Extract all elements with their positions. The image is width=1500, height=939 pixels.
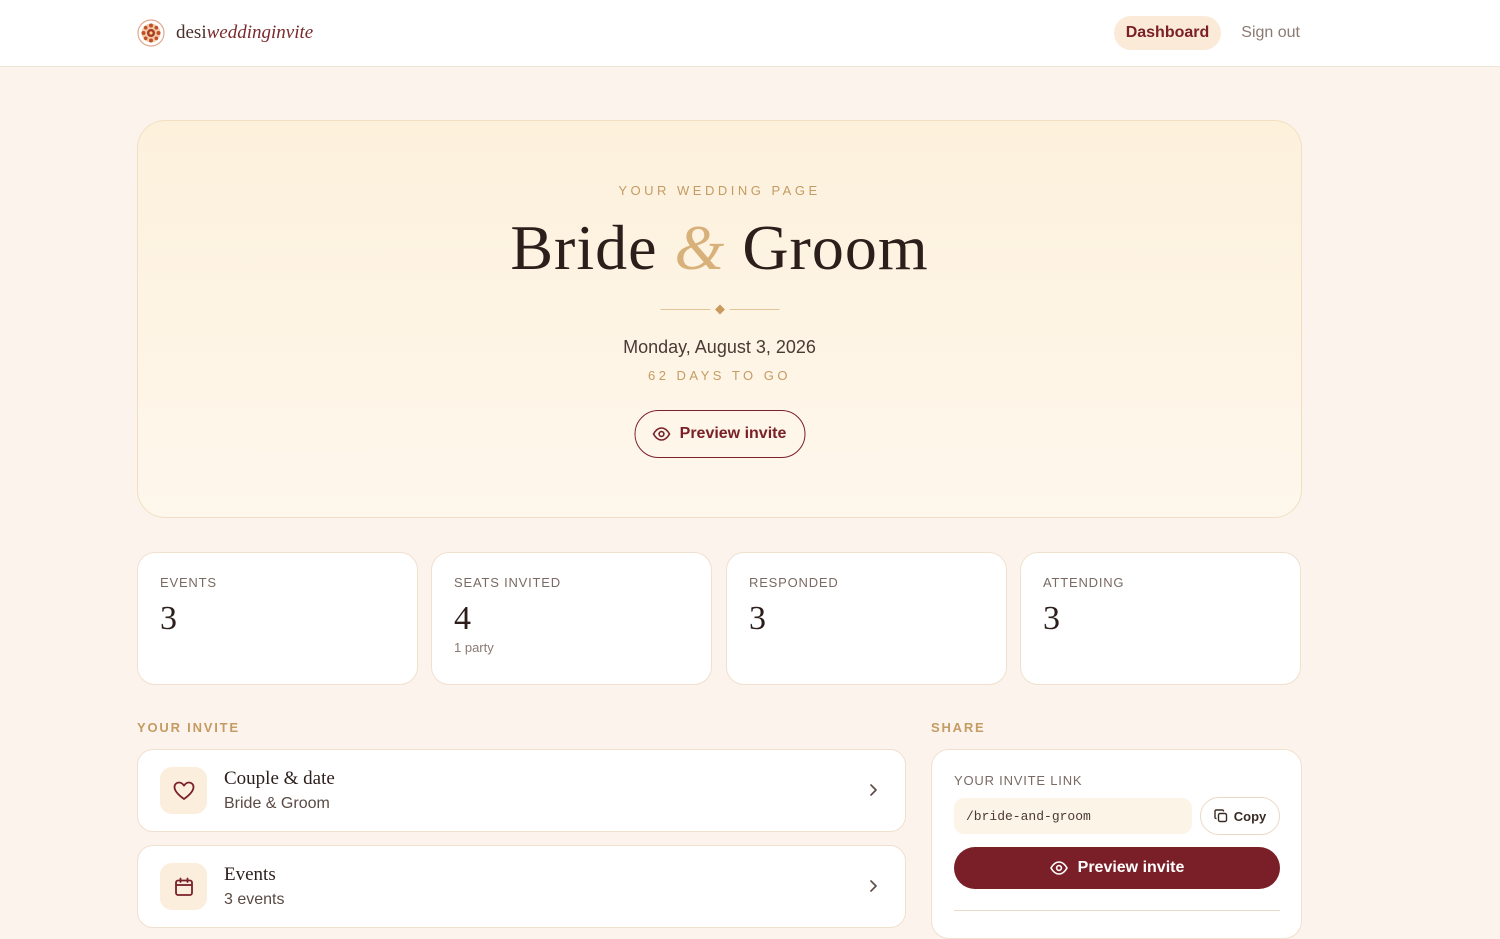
copy-label: Copy — [1233, 808, 1267, 824]
stat-sub: 1 party — [454, 640, 494, 655]
row-icon-box — [160, 767, 207, 814]
invite-link-label: YOUR INVITE LINK — [954, 773, 1083, 788]
stat-card-events: EVENTS 3 — [137, 552, 418, 685]
copy-icon — [1214, 809, 1227, 823]
couple-names-title: Bride & Groom — [138, 211, 1301, 285]
stat-label: EVENTS — [160, 575, 217, 590]
couple-date-row[interactable]: Couple & date Bride & Groom — [137, 749, 906, 832]
hero-preview-invite-button[interactable]: Preview invite — [634, 410, 805, 458]
top-header: desiweddinginvite Dashboard Sign out — [0, 0, 1500, 67]
share-preview-label: Preview invite — [1077, 859, 1185, 876]
eye-icon — [1049, 861, 1068, 875]
stat-label: ATTENDING — [1043, 575, 1125, 590]
bride-name: Bride — [510, 212, 658, 283]
stat-value: 3 — [1043, 600, 1060, 637]
dashboard-nav-button[interactable]: Dashboard — [1113, 16, 1222, 50]
mandala-logo-icon — [137, 19, 165, 47]
wedding-hero-card: YOUR WEDDING PAGE Bride & Groom Monday, … — [137, 120, 1302, 518]
stat-value: 3 — [160, 600, 177, 637]
hero-preview-invite-label: Preview invite — [679, 425, 787, 442]
row-subtitle: 3 events — [224, 891, 285, 908]
row-icon-box — [160, 863, 207, 910]
top-nav: Dashboard Sign out — [1113, 16, 1300, 50]
ampersand: & — [674, 212, 726, 283]
diamond-icon — [714, 304, 725, 315]
stat-card-responded: RESPONDED 3 — [726, 552, 1007, 685]
stat-card-attending: ATTENDING 3 — [1020, 552, 1301, 685]
countdown: 62 DAYS TO GO — [647, 368, 792, 383]
divider — [954, 910, 1280, 911]
stat-label: SEATS INVITED — [454, 575, 561, 590]
share-heading: SHARE — [931, 720, 986, 735]
share-card: YOUR INVITE LINK Copy Preview invite — [931, 749, 1302, 939]
wedding-date: Monday, August 3, 2026 — [623, 337, 816, 357]
hero-eyebrow: YOUR WEDDING PAGE — [618, 183, 821, 198]
your-invite-heading: YOUR INVITE — [137, 720, 240, 735]
events-row[interactable]: Events 3 events — [137, 845, 906, 928]
stat-card-seats-invited: SEATS INVITED 4 1 party — [431, 552, 712, 685]
groom-name: Groom — [742, 212, 929, 283]
stat-label: RESPONDED — [749, 575, 839, 590]
eye-icon — [652, 427, 671, 441]
stat-value: 3 — [749, 600, 766, 637]
chevron-right-icon — [870, 784, 877, 796]
share-preview-invite-button[interactable]: Preview invite — [954, 847, 1280, 889]
calendar-icon — [174, 877, 193, 896]
ornament-divider — [660, 304, 779, 315]
chevron-right-icon — [870, 880, 877, 892]
row-title: Events — [224, 864, 276, 885]
invite-link-input[interactable] — [954, 798, 1192, 834]
row-title: Couple & date — [224, 768, 335, 789]
copy-link-button[interactable]: Copy — [1200, 797, 1280, 835]
brand-name: desiweddinginvite — [176, 22, 314, 43]
stat-value: 4 — [454, 600, 471, 637]
brand-logo[interactable]: desiweddinginvite — [137, 19, 313, 47]
row-subtitle: Bride & Groom — [224, 795, 330, 812]
sign-out-link[interactable]: Sign out — [1241, 16, 1300, 50]
heart-icon — [173, 781, 194, 800]
